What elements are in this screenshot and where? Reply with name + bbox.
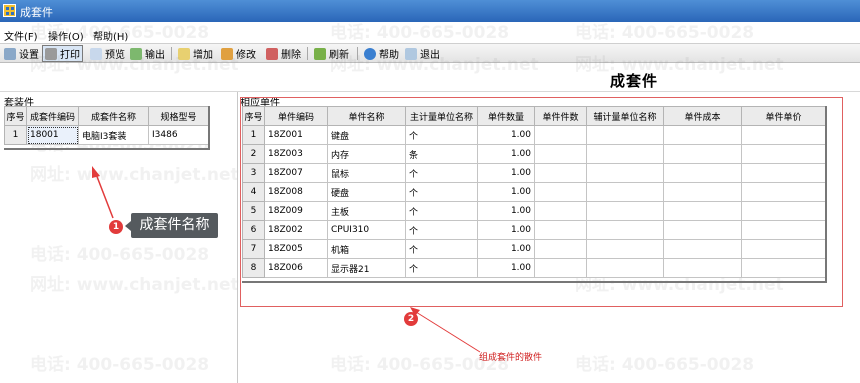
annotation-badge-1: 1: [109, 220, 123, 234]
annotation-caption-2: 组成套件的散件: [479, 353, 543, 363]
annotation-callout-1: 成套件名称: [125, 213, 218, 238]
annotation-arrows: [92, 166, 481, 353]
annotation-badge-2: 2: [404, 312, 418, 326]
